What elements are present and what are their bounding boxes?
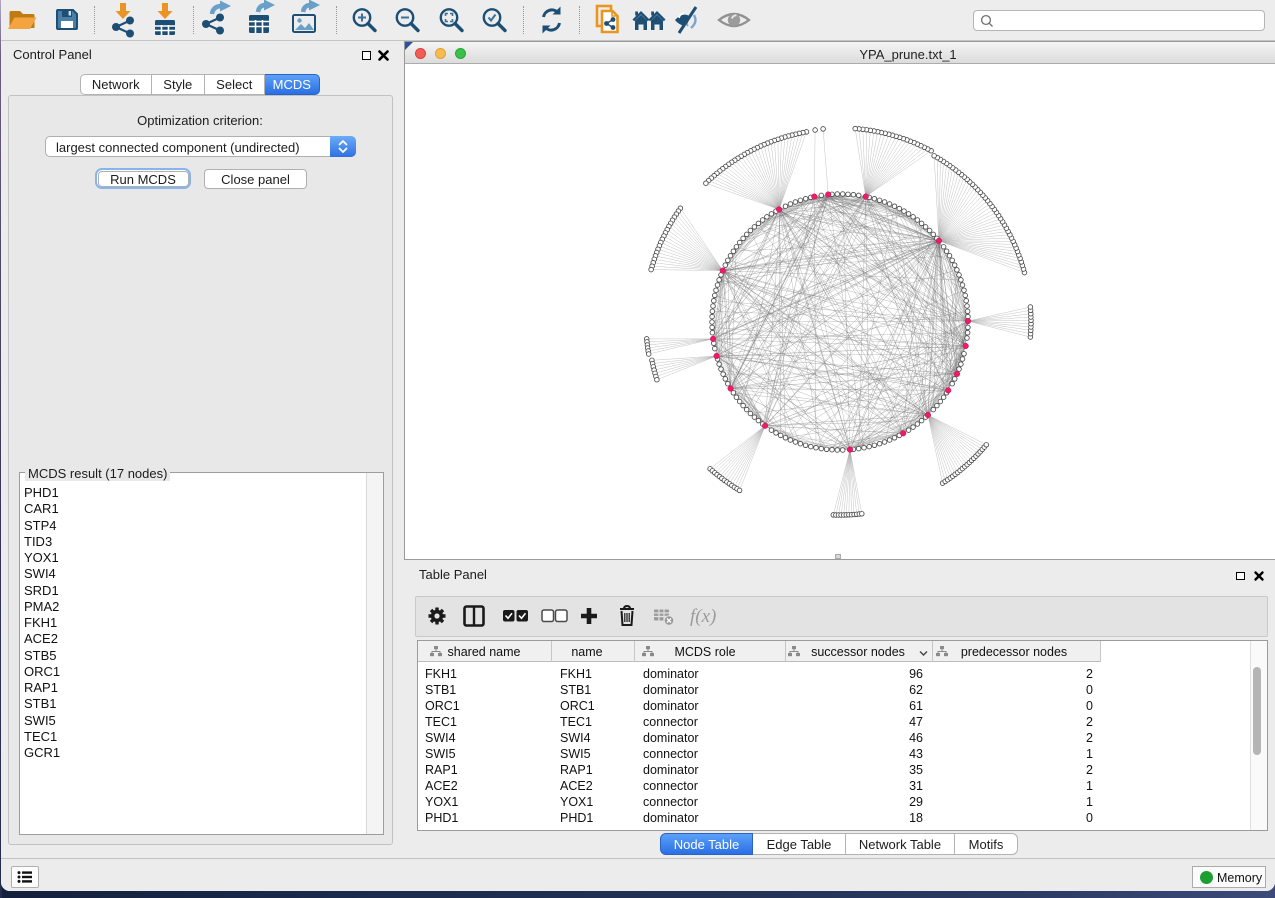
svg-text:f(x): f(x): [690, 606, 716, 627]
